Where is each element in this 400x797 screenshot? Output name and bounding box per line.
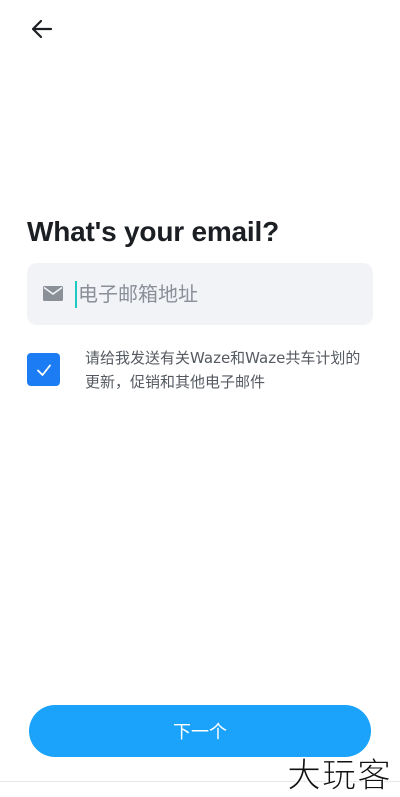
arrow-left-icon [31, 19, 53, 39]
page-title: What's your email? [27, 216, 279, 247]
text-caret [75, 281, 77, 308]
consent-checkbox[interactable] [27, 353, 60, 386]
envelope-icon [43, 286, 63, 301]
email-field[interactable] [27, 263, 373, 325]
back-button[interactable] [22, 12, 62, 46]
watermark: 大玩客 [287, 756, 392, 797]
checkmark-icon [36, 364, 51, 376]
email-input[interactable] [78, 273, 358, 315]
consent-label: 请给我发送有关Waze和Waze共车计划的更新，促销和其他电子邮件 [85, 349, 361, 391]
